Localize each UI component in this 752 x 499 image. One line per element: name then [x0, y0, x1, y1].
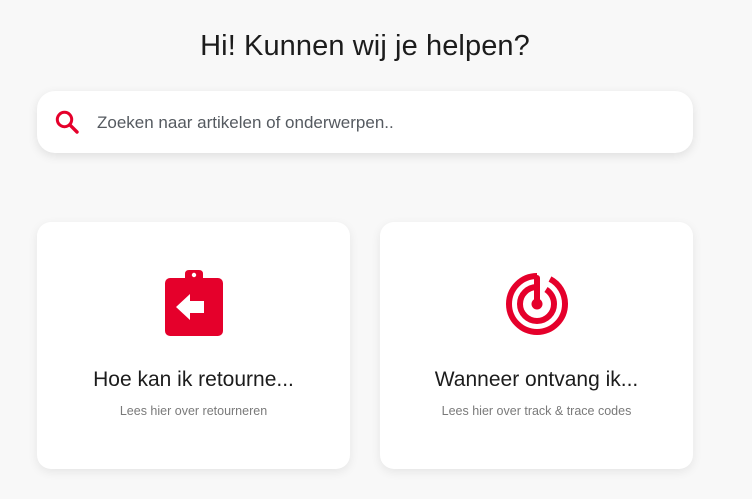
card-title: Hoe kan ik retourne...	[93, 368, 294, 391]
help-card-tracking[interactable]: Wanneer ontvang ik... Lees hier over tra…	[380, 222, 693, 469]
clipboard-return-icon	[165, 270, 223, 336]
search-input[interactable]	[97, 108, 657, 138]
card-subtitle: Lees hier over track & trace codes	[441, 404, 632, 418]
radar-tracking-icon	[506, 273, 568, 335]
card-subtitle: Lees hier over retourneren	[119, 404, 268, 418]
page-title: Hi! Kunnen wij je helpen?	[200, 30, 530, 62]
card-title: Wanneer ontvang ik...	[434, 368, 639, 391]
search-icon[interactable]	[54, 109, 80, 135]
help-card-returns[interactable]: Hoe kan ik retourne... Lees hier over re…	[37, 222, 350, 469]
